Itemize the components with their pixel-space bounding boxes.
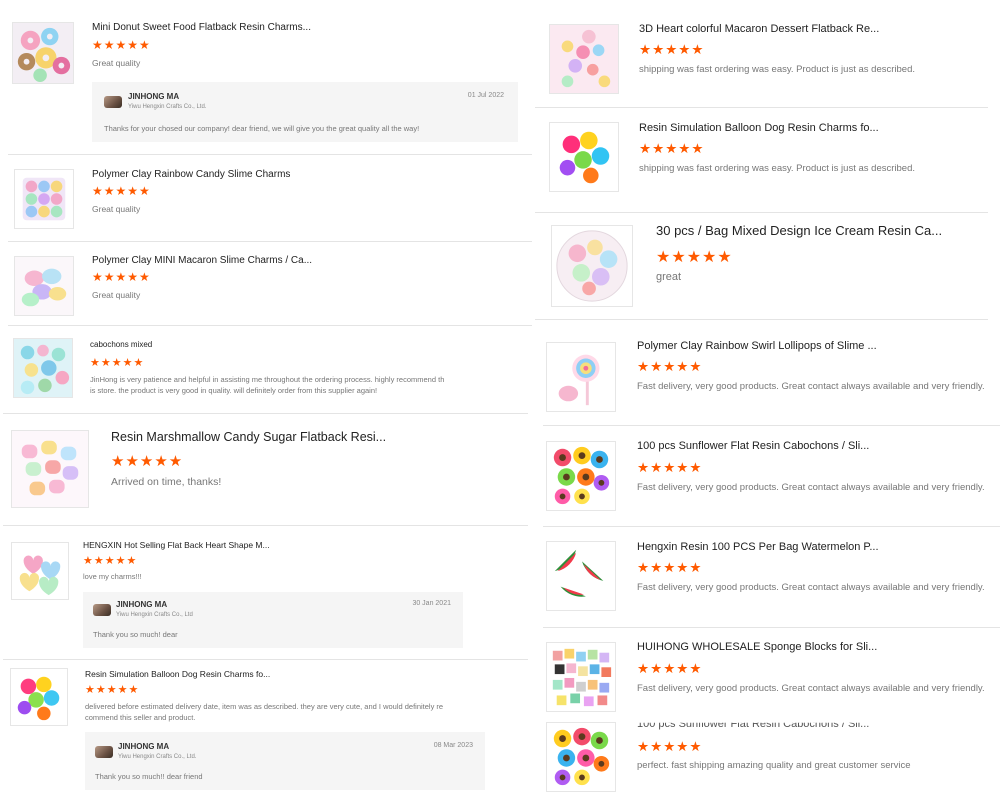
review-card: 3D Heart colorful Macaron Dessert Flatba… xyxy=(535,10,988,108)
review-comment: perfect. fast shipping amazing quality a… xyxy=(637,760,911,771)
rating-stars: ★★★★★ xyxy=(639,141,705,156)
review-comment: Great quality xyxy=(92,204,141,214)
seller-name: JINHONG MA xyxy=(128,92,180,101)
review-card: Mini Donut Sweet Food Flatback Resin Cha… xyxy=(8,12,532,155)
review-comment: Arrived on time, thanks! xyxy=(111,476,222,488)
reply-message: Thank you so much!! dear friend xyxy=(95,772,203,781)
product-thumbnail[interactable] xyxy=(546,342,616,412)
product-thumbnail[interactable] xyxy=(14,256,74,316)
product-title[interactable]: 30 pcs / Bag Mixed Design Ice Cream Resi… xyxy=(656,223,942,238)
rating-stars: ★★★★★ xyxy=(637,359,703,374)
rating-stars: ★★★★★ xyxy=(637,460,703,475)
review-card: HUIHONG WHOLESALE Sponge Blocks for Sli.… xyxy=(543,629,1000,721)
product-thumbnail[interactable] xyxy=(10,668,68,726)
rating-stars: ★★★★★ xyxy=(637,739,703,754)
reply-date: 01 Jul 2022 xyxy=(467,92,504,99)
seller-reply: JINHONG MA Yiwu Hengxin Crafts Co., Ltd.… xyxy=(85,732,485,790)
review-card: Resin Marshmallow Candy Sugar Flatback R… xyxy=(3,418,528,526)
seller-name: JINHONG MA xyxy=(116,600,168,609)
product-thumbnail[interactable] xyxy=(546,441,616,511)
product-thumbnail[interactable] xyxy=(549,24,619,94)
seller-avatar xyxy=(104,96,122,108)
product-title[interactable]: Hengxin Resin 100 PCS Per Bag Watermelon… xyxy=(637,541,879,553)
review-comment: Great quality xyxy=(92,290,141,300)
review-comment: love my charms!!! xyxy=(83,572,142,581)
review-comment-line: delivered before estimated delivery date… xyxy=(85,702,444,711)
product-thumbnail[interactable] xyxy=(546,642,616,712)
review-comment: Fast delivery, very good products. Great… xyxy=(637,683,985,694)
rating-stars: ★★★★★ xyxy=(85,684,140,696)
product-thumbnail[interactable] xyxy=(11,430,89,508)
product-thumbnail[interactable] xyxy=(11,542,69,600)
seller-avatar xyxy=(93,604,111,616)
review-card: Resin Simulation Balloon Dog Resin Charm… xyxy=(535,110,988,208)
rating-stars: ★★★★★ xyxy=(92,38,151,52)
product-thumbnail[interactable] xyxy=(14,169,74,229)
product-title[interactable]: cabochons mixed xyxy=(90,340,152,349)
product-title[interactable]: Polymer Clay Rainbow Swirl Lollipops of … xyxy=(637,340,877,352)
product-title[interactable]: Mini Donut Sweet Food Flatback Resin Cha… xyxy=(92,22,311,33)
rating-stars: ★★★★★ xyxy=(656,249,733,266)
product-title[interactable]: 3D Heart colorful Macaron Dessert Flatba… xyxy=(639,23,879,35)
review-comment: Fast delivery, very good products. Great… xyxy=(637,381,985,392)
rating-stars: ★★★★★ xyxy=(639,42,705,57)
product-thumbnail[interactable] xyxy=(13,338,73,398)
review-card: Polymer Clay Rainbow Swirl Lollipops of … xyxy=(543,326,1000,426)
review-comment: shipping was fast ordering was easy. Pro… xyxy=(639,64,915,75)
product-title[interactable]: HUIHONG WHOLESALE Sponge Blocks for Sli.… xyxy=(637,641,877,653)
review-card: HENGXIN Hot Selling Flat Back Heart Shap… xyxy=(3,530,528,660)
reply-date: 08 Mar 2023 xyxy=(433,742,473,749)
review-card: 100 pcs Sunflower Flat Resin Cabochons /… xyxy=(543,712,1000,800)
product-title[interactable]: Polymer Clay MINI Macaron Slime Charms /… xyxy=(92,255,312,266)
seller-reply: JINHONG MA Yiwu Hengxin Crafts Co., Ltd … xyxy=(83,592,463,648)
rating-stars: ★★★★★ xyxy=(83,555,138,567)
review-comment: shipping was fast ordering was easy. Pro… xyxy=(639,163,915,174)
review-card: 30 pcs / Bag Mixed Design Ice Cream Resi… xyxy=(535,212,988,320)
product-thumbnail[interactable] xyxy=(12,22,74,84)
product-title[interactable]: Resin Marshmallow Candy Sugar Flatback R… xyxy=(111,430,386,444)
product-title[interactable]: Resin Simulation Balloon Dog Resin Charm… xyxy=(85,669,270,679)
rating-stars: ★★★★★ xyxy=(92,184,151,198)
product-title[interactable]: Resin Simulation Balloon Dog Resin Charm… xyxy=(639,122,879,134)
rating-stars: ★★★★★ xyxy=(90,357,145,369)
review-comment: Great quality xyxy=(92,58,141,68)
seller-avatar xyxy=(95,746,113,758)
review-card: 100 pcs Sunflower Flat Resin Cabochons /… xyxy=(543,427,1000,527)
product-thumbnail[interactable] xyxy=(546,541,616,611)
review-comment: Fast delivery, very good products. Great… xyxy=(637,482,985,493)
review-comment-line: is store. the product is very good in qu… xyxy=(90,386,378,395)
product-title[interactable]: HENGXIN Hot Selling Flat Back Heart Shap… xyxy=(83,540,270,550)
seller-company: Yiwu Hengxin Crafts Co., Ltd. xyxy=(118,754,197,760)
product-thumbnail[interactable] xyxy=(546,722,616,792)
review-card: Polymer Clay MINI Macaron Slime Charms /… xyxy=(8,244,532,326)
review-comment: Fast delivery, very good products. Great… xyxy=(637,582,985,593)
product-thumbnail[interactable] xyxy=(549,122,619,192)
rating-stars: ★★★★★ xyxy=(637,661,703,676)
rating-stars: ★★★★★ xyxy=(111,453,184,470)
reply-message: Thanks for your chosed our company! dear… xyxy=(104,124,420,133)
product-thumbnail[interactable] xyxy=(551,225,633,307)
seller-company: Yiwu Hengxin Crafts Co., Ltd. xyxy=(128,104,207,110)
product-title[interactable]: 100 pcs Sunflower Flat Resin Cabochons /… xyxy=(637,440,869,452)
product-title[interactable]: Polymer Clay Rainbow Candy Slime Charms xyxy=(92,169,290,180)
seller-company: Yiwu Hengxin Crafts Co., Ltd xyxy=(116,612,193,618)
reply-date: 30 Jan 2021 xyxy=(412,600,451,607)
review-card: cabochons mixed ★★★★★ JinHong is very pa… xyxy=(3,328,528,414)
reply-message: Thank you so much! dear xyxy=(93,630,178,639)
rating-stars: ★★★★★ xyxy=(637,560,703,575)
review-card: Polymer Clay Rainbow Candy Slime Charms … xyxy=(8,157,532,242)
review-card: Hengxin Resin 100 PCS Per Bag Watermelon… xyxy=(543,528,1000,628)
product-title[interactable]: 100 pcs Sunflower Flat Resin Cabochons /… xyxy=(637,723,869,730)
review-comment-line: commend this seller and product. xyxy=(85,713,196,722)
rating-stars: ★★★★★ xyxy=(92,270,151,284)
review-comment: great xyxy=(656,271,682,283)
seller-reply: JINHONG MA Yiwu Hengxin Crafts Co., Ltd.… xyxy=(92,82,518,142)
review-comment-line: JinHong is very patience and helpful in … xyxy=(90,375,445,384)
review-card: Resin Simulation Balloon Dog Resin Charm… xyxy=(3,660,488,800)
seller-name: JINHONG MA xyxy=(118,742,170,751)
